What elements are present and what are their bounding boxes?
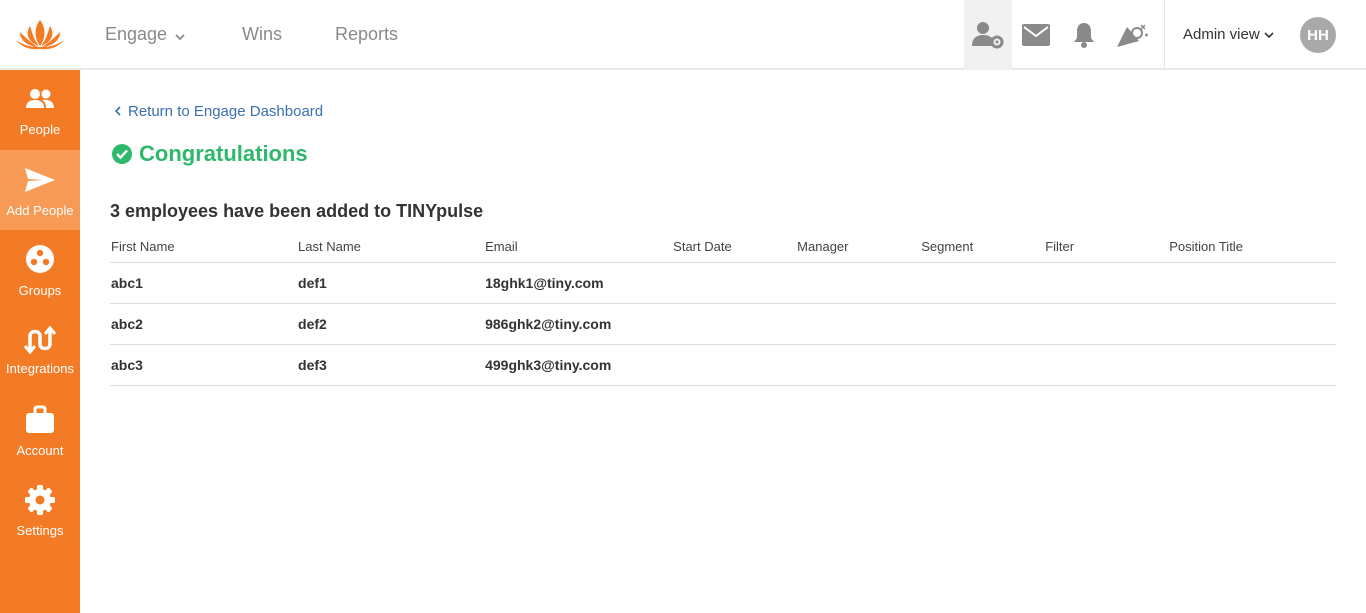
cell-start-date xyxy=(672,262,797,304)
sidebar-item-settings[interactable]: Settings xyxy=(0,470,80,550)
congrats-title: Congratulations xyxy=(139,141,308,166)
cell-start-date xyxy=(672,303,797,345)
chevron-left-icon xyxy=(114,103,121,119)
cell-position-title xyxy=(1168,303,1336,345)
lotus-logo-icon[interactable] xyxy=(12,14,68,54)
sidebar-item-label: People xyxy=(19,122,61,137)
sidebar-item-label: Add People xyxy=(6,203,74,218)
cell-start-date xyxy=(672,344,797,386)
cell-first-name: abc1 xyxy=(110,262,298,304)
added-employees-table: First Name Last Name Email Start Date Ma… xyxy=(110,232,1336,386)
cell-manager xyxy=(796,303,921,345)
chevron-down-icon xyxy=(1264,26,1274,43)
return-link-label: Return to Engage Dashboard xyxy=(128,103,324,120)
sidebar-item-integrations[interactable]: Integrations xyxy=(0,310,80,390)
cell-email: 499ghk3@tiny.com xyxy=(484,344,673,386)
mail-icon[interactable] xyxy=(1012,0,1060,70)
sidebar-item-label: Integrations xyxy=(6,361,74,376)
send-icon xyxy=(25,168,55,192)
col-start-date: Start Date xyxy=(672,232,797,263)
main-content: Return to Engage Dashboard Congratulatio… xyxy=(80,72,1366,613)
table-row: abc1 def1 18ghk1@tiny.com xyxy=(110,262,1336,304)
col-filter: Filter xyxy=(1044,232,1169,263)
admin-view-dropdown[interactable]: Admin view xyxy=(1183,26,1274,43)
col-email: Email xyxy=(484,232,673,263)
cell-first-name: abc3 xyxy=(110,344,298,386)
col-first-name: First Name xyxy=(110,232,298,263)
col-last-name: Last Name xyxy=(297,232,485,263)
sidebar-item-label: Account xyxy=(16,443,64,458)
nav-engage-label: Engage xyxy=(105,24,168,44)
sidebar-item-label: Settings xyxy=(16,523,64,538)
col-position-title: Position Title xyxy=(1168,232,1336,263)
cell-email: 986ghk2@tiny.com xyxy=(484,303,673,345)
cell-segment xyxy=(920,262,1045,304)
sidebar-item-account[interactable]: Account xyxy=(0,390,80,470)
cell-filter xyxy=(1044,344,1169,386)
celebration-icon[interactable] xyxy=(1108,0,1156,70)
sidebar-item-label: Groups xyxy=(18,283,62,298)
integrations-icon xyxy=(24,325,56,355)
cell-segment xyxy=(920,344,1045,386)
cell-last-name: def3 xyxy=(297,344,485,386)
col-segment: Segment xyxy=(920,232,1045,263)
cell-manager xyxy=(796,262,921,304)
table-row: abc2 def2 986ghk2@tiny.com xyxy=(110,303,1336,345)
nav-reports[interactable]: Reports xyxy=(335,24,398,45)
check-circle-icon xyxy=(112,144,132,164)
success-heading: Congratulations xyxy=(111,141,308,167)
groups-icon xyxy=(26,245,54,273)
sidebar-item-groups[interactable]: Groups xyxy=(0,230,80,310)
cell-manager xyxy=(796,344,921,386)
cell-email: 18ghk1@tiny.com xyxy=(484,262,673,304)
cell-position-title xyxy=(1168,262,1336,304)
nav-wins[interactable]: Wins xyxy=(242,24,282,45)
sidebar-item-add-people[interactable]: Add People xyxy=(0,150,80,230)
cell-filter xyxy=(1044,262,1169,304)
col-manager: Manager xyxy=(796,232,921,263)
briefcase-icon xyxy=(26,405,54,433)
sidebar: People Add People Groups Integrations Ac… xyxy=(0,70,80,613)
gear-icon xyxy=(25,485,55,515)
nav-engage[interactable]: Engage xyxy=(105,24,185,46)
table-header-row: First Name Last Name Email Start Date Ma… xyxy=(110,232,1336,263)
cell-last-name: def2 xyxy=(297,303,485,345)
chevron-down-icon xyxy=(175,25,185,46)
cell-last-name: def1 xyxy=(297,262,485,304)
sidebar-item-people[interactable]: People xyxy=(0,70,80,150)
table-row: abc3 def3 499ghk3@tiny.com xyxy=(110,344,1336,386)
cell-position-title xyxy=(1168,344,1336,386)
admin-view-label: Admin view xyxy=(1183,26,1260,43)
cell-filter xyxy=(1044,303,1169,345)
topbar-divider xyxy=(1164,0,1165,70)
summary-text: 3 employees have been added to TINYpulse xyxy=(110,201,484,221)
avatar[interactable]: HH xyxy=(1300,17,1336,53)
bell-icon[interactable] xyxy=(1060,0,1108,70)
cell-segment xyxy=(920,303,1045,345)
cell-first-name: abc2 xyxy=(110,303,298,345)
admin-settings-icon[interactable] xyxy=(964,0,1012,70)
top-navigation-bar: Engage Wins Reports Admin view HH xyxy=(0,0,1366,70)
people-icon xyxy=(26,89,54,108)
return-to-dashboard-link[interactable]: Return to Engage Dashboard xyxy=(114,103,323,120)
